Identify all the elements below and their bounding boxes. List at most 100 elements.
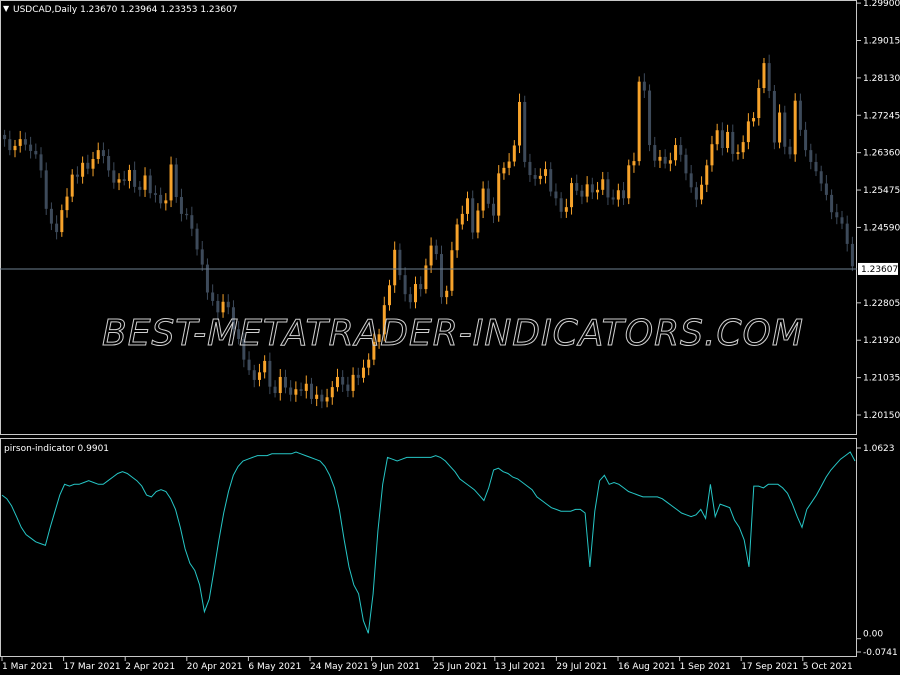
candle-body xyxy=(29,144,33,151)
candle-body xyxy=(169,164,173,201)
candle-body xyxy=(413,284,417,303)
candle-body xyxy=(648,90,652,146)
candle-body xyxy=(23,139,27,145)
candle-body xyxy=(684,154,688,174)
chart-title-dropdown-icon[interactable]: ▼ xyxy=(3,4,10,13)
indicator-tick-label: -0.0741 xyxy=(863,648,898,658)
candle-body xyxy=(403,275,407,295)
candle-body xyxy=(471,198,475,233)
candle-body xyxy=(486,188,490,204)
candle-body xyxy=(642,81,646,91)
candle-body xyxy=(367,359,371,368)
candle-body xyxy=(653,145,657,161)
price-tick-label: 1.27245 xyxy=(863,111,900,121)
candle-body xyxy=(387,285,391,306)
candle-body xyxy=(278,376,282,394)
candle-body xyxy=(481,188,485,211)
price-tick-label: 1.25475 xyxy=(863,186,900,196)
candle-body xyxy=(195,228,199,250)
candle-body xyxy=(637,81,641,162)
candle-body xyxy=(289,387,293,395)
indicator-tick-label: 1.0623 xyxy=(863,444,895,454)
candle-body xyxy=(164,200,168,204)
time-tick-label: 1 Sep 2021 xyxy=(680,662,731,672)
price-tick-label: 1.26360 xyxy=(863,149,900,159)
candle-body xyxy=(257,372,261,380)
candle-body xyxy=(211,292,215,301)
time-tick-label: 13 Jul 2021 xyxy=(495,662,546,672)
time-tick-label: 9 Jun 2021 xyxy=(372,662,420,672)
candle-body xyxy=(91,158,95,169)
candle-body xyxy=(294,389,298,395)
candle-body xyxy=(767,63,771,91)
candle-body xyxy=(772,90,776,143)
candle-body xyxy=(70,174,74,197)
candle-body xyxy=(393,249,397,286)
candle-body xyxy=(330,387,334,398)
candle-body xyxy=(247,359,251,371)
candle-body xyxy=(798,100,802,130)
price-tick-label: 1.28130 xyxy=(863,74,900,84)
candle-body xyxy=(34,150,38,155)
candle-body xyxy=(518,101,522,146)
candle-body xyxy=(60,210,64,233)
time-tick-label: 24 May 2021 xyxy=(310,662,369,672)
candle-body xyxy=(429,245,433,266)
candle-body xyxy=(705,165,709,185)
time-tick-label: 2 Apr 2021 xyxy=(125,662,175,672)
candle-body xyxy=(788,146,792,155)
candle-body xyxy=(283,376,287,388)
candle-body xyxy=(580,190,584,197)
time-tick-label: 29 Jul 2021 xyxy=(556,662,607,672)
candle-body xyxy=(341,376,345,385)
candle-body xyxy=(55,223,59,233)
candle-body xyxy=(138,186,142,190)
candle-body xyxy=(325,397,329,402)
candle-body xyxy=(585,184,589,197)
candle-body xyxy=(824,183,828,195)
candle-body xyxy=(216,300,220,313)
candle-body xyxy=(143,175,147,190)
candle-body xyxy=(3,134,7,140)
candle-body xyxy=(18,139,22,146)
price-tick-label: 1.20150 xyxy=(863,411,900,421)
candle-body xyxy=(315,394,319,399)
candle-body xyxy=(627,165,631,199)
candle-body xyxy=(460,213,464,225)
candle-body xyxy=(86,162,90,169)
candle-body xyxy=(273,386,277,394)
candle-body xyxy=(190,215,194,229)
candle-body xyxy=(81,162,85,177)
candle-body xyxy=(419,284,423,290)
candle-body xyxy=(455,224,459,251)
candle-body xyxy=(361,367,365,378)
price-tick-label: 1.22805 xyxy=(863,299,900,309)
candle-body xyxy=(122,179,126,181)
candle-body xyxy=(632,161,636,166)
candle-body xyxy=(601,179,605,190)
candle-body xyxy=(590,184,594,193)
candle-body xyxy=(611,197,615,200)
candle-body xyxy=(523,101,527,162)
candle-body xyxy=(757,88,761,119)
candle-body xyxy=(398,249,402,276)
candle-body xyxy=(445,290,449,298)
candle-body xyxy=(44,170,48,209)
candle-body xyxy=(159,194,163,204)
candle-body xyxy=(741,142,745,153)
candle-body xyxy=(689,173,693,188)
candle-body xyxy=(476,210,480,233)
candle-body xyxy=(502,167,506,174)
candle-body xyxy=(622,190,626,199)
time-tick-label: 16 Aug 2021 xyxy=(618,662,676,672)
candle-body xyxy=(440,254,444,298)
candle-body xyxy=(96,150,100,159)
candle-body xyxy=(351,374,355,391)
time-tick-label: 6 May 2021 xyxy=(248,662,301,672)
price-tick-label: 1.24590 xyxy=(863,223,900,233)
price-tick-label: 1.21035 xyxy=(863,374,900,384)
candle-body xyxy=(434,245,438,255)
chart-header: USDCAD,Daily 1.23670 1.23964 1.23353 1.2… xyxy=(13,5,238,15)
candle-body xyxy=(793,100,797,155)
candle-body xyxy=(492,203,496,216)
